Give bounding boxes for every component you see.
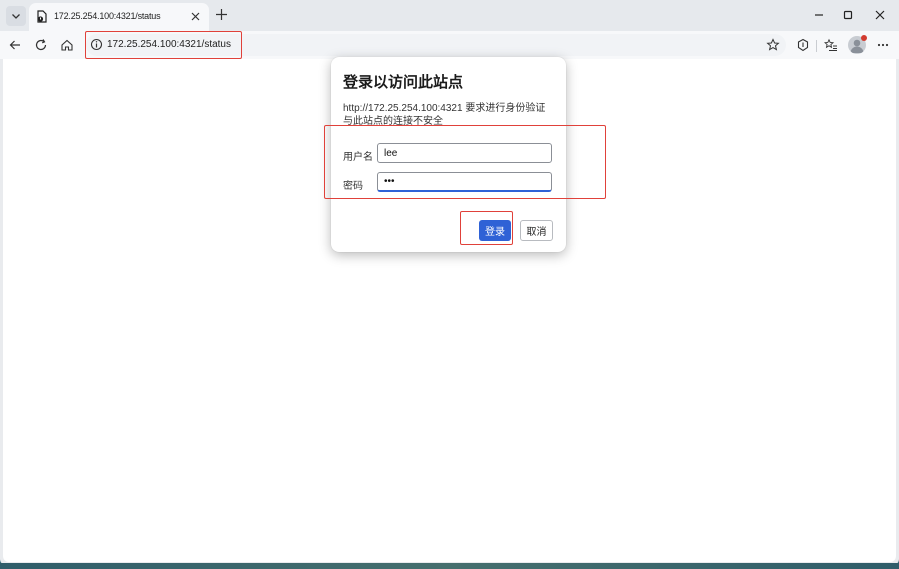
back-arrow-icon[interactable] [8,38,22,52]
dialog-message-line-1: http://172.25.254.100:4321 要求进行身份验证 [343,103,546,114]
favorites-icon[interactable] [824,38,838,52]
favorite-star-icon[interactable] [766,38,780,52]
tab-actions-menu-button[interactable] [6,6,26,26]
toolbar-divider [816,40,817,52]
tab-status[interactable]: 172.25.254.100:4321/status [29,3,209,31]
chevron-down-icon [12,14,20,19]
close-icon[interactable] [190,11,201,22]
maximize-icon[interactable] [841,8,855,22]
browser-window: 172.25.254.100:4321/status 172.25.254.10… [0,0,899,565]
minimize-icon[interactable] [812,8,826,22]
page-insecure-icon [37,10,47,23]
url-highlight-box [85,31,242,59]
notification-dot [861,35,867,41]
new-tab-icon[interactable] [214,7,229,22]
desktop-background [0,563,899,569]
dialog-title: 登录以访问此站点 [343,74,464,91]
home-icon[interactable] [60,38,74,52]
browser-essentials-icon[interactable] [796,38,810,52]
window-close-icon[interactable] [873,8,887,22]
tab-bar: 172.25.254.100:4321/status [0,0,899,31]
more-options-icon[interactable] [876,38,890,52]
login-highlight-box [460,211,513,245]
tab-title: 172.25.254.100:4321/status [54,11,161,21]
cancel-button[interactable]: 取消 [520,220,553,241]
credentials-highlight-box [324,125,606,199]
refresh-icon[interactable] [34,38,48,52]
